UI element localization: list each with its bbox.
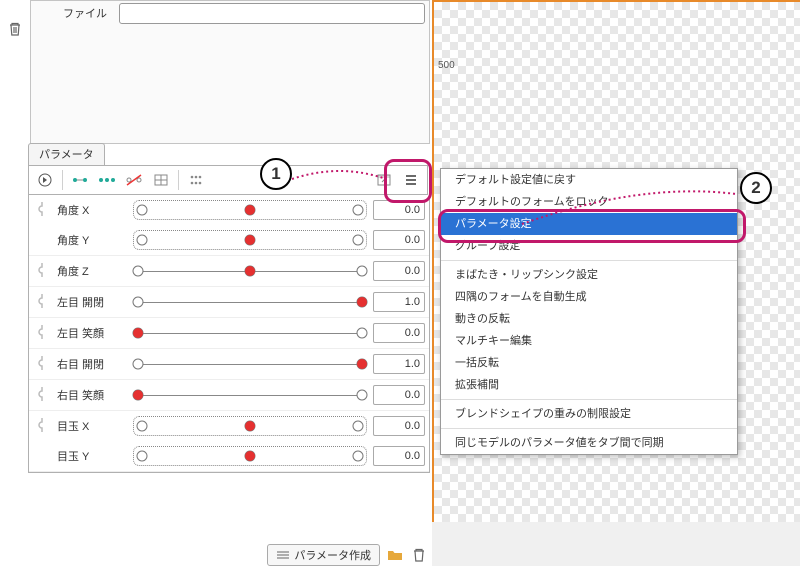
link-icon[interactable] — [29, 417, 55, 435]
parameter-name: 角度 Z — [55, 263, 127, 279]
menu-item[interactable]: グループ設定 — [441, 235, 737, 257]
menu-item[interactable]: マルチキー編集 — [441, 330, 737, 352]
annotation-arrow-1 — [290, 165, 390, 193]
parameter-track[interactable] — [133, 351, 367, 377]
parameter-track[interactable] — [133, 413, 367, 439]
menu-separator — [441, 428, 737, 429]
parameter-bottom-bar: パラメータ作成 — [28, 544, 428, 566]
callout-1: 1 — [260, 158, 292, 190]
menu-item[interactable]: 動きの反転 — [441, 308, 737, 330]
parameter-track[interactable] — [133, 289, 367, 315]
link-icon[interactable] — [29, 201, 55, 219]
delete-icon[interactable] — [4, 18, 26, 40]
link-icon[interactable] — [29, 324, 55, 342]
parameter-name: 左目 開閉 — [55, 294, 127, 310]
annotation-arrow-2 — [520, 188, 740, 228]
menu-item[interactable]: 同じモデルのパラメータ値をタブ間で同期 — [441, 432, 737, 454]
parameter-value[interactable]: 0.0 — [373, 416, 425, 436]
parameter-track[interactable] — [133, 227, 367, 253]
parameter-name: 目玉 Y — [55, 448, 127, 464]
parameter-name: 左目 笑顔 — [55, 325, 127, 341]
link-icon[interactable] — [29, 293, 55, 311]
menu-item[interactable]: 拡張補間 — [441, 374, 737, 396]
parameter-name: 角度 X — [55, 202, 127, 218]
parameter-track[interactable] — [133, 197, 367, 223]
key-add-3-icon[interactable] — [95, 168, 119, 192]
parameter-name: 右目 開閉 — [55, 356, 127, 372]
parameter-list: 角度 X0.0角度 Y0.0角度 Z0.0左目 開閉1.0左目 笑顔0.0右目 … — [28, 195, 430, 473]
menu-item[interactable]: 四隅のフォームを自動生成 — [441, 286, 737, 308]
parameter-track[interactable] — [133, 382, 367, 408]
ruler-tick: 500 — [438, 60, 455, 71]
parameter-track[interactable] — [133, 320, 367, 346]
trash-icon[interactable] — [410, 546, 428, 564]
menu-separator — [441, 399, 737, 400]
parameter-value[interactable]: 0.0 — [373, 446, 425, 466]
parameter-row: 角度 Z 0.0 — [29, 256, 429, 286]
folder-icon[interactable] — [386, 546, 404, 564]
file-path-input[interactable] — [119, 3, 425, 24]
link-icon[interactable] — [29, 386, 55, 404]
parameter-value[interactable]: 0.0 — [373, 261, 425, 281]
file-label: ファイル — [63, 5, 107, 21]
parameter-row: 右目 笑顔 0.0 — [29, 380, 429, 410]
parameter-row: 左目 笑顔 0.0 — [29, 318, 429, 348]
parameter-name: 目玉 X — [55, 418, 127, 434]
create-parameter-button[interactable]: パラメータ作成 — [267, 544, 380, 566]
callout-2: 2 — [740, 172, 772, 204]
parameter-value[interactable]: 0.0 — [373, 230, 425, 250]
parameter-row: 目玉 Y 0.0 — [29, 441, 429, 471]
parameter-value[interactable]: 0.0 — [373, 323, 425, 343]
parameter-value[interactable]: 0.0 — [373, 200, 425, 220]
grid-mode-icon[interactable] — [184, 168, 208, 192]
parameter-track[interactable] — [133, 258, 367, 284]
menu-item[interactable]: まばたき・リップシンク設定 — [441, 264, 737, 286]
parameter-row: 左目 開閉 1.0 — [29, 287, 429, 317]
expand-icon[interactable] — [33, 168, 57, 192]
create-parameter-label: パラメータ作成 — [294, 547, 371, 563]
link-icon[interactable] — [29, 262, 55, 280]
key-adjust-icon[interactable] — [149, 168, 173, 192]
parameter-row: 角度 Y 0.0 — [29, 225, 429, 255]
parameter-value[interactable]: 1.0 — [373, 292, 425, 312]
file-panel: ファイル — [30, 0, 430, 144]
parameter-row: 角度 X 0.0 — [29, 195, 429, 225]
key-delete-icon[interactable] — [122, 168, 146, 192]
parameter-row: 右目 開閉 1.0 — [29, 349, 429, 379]
key-add-2-icon[interactable] — [68, 168, 92, 192]
parameter-row: 目玉 X 0.0 — [29, 411, 429, 441]
menu-item[interactable]: ブレンドシェイプの重みの制限設定 — [441, 403, 737, 425]
menu-item[interactable]: 一括反転 — [441, 352, 737, 374]
parameter-name: 角度 Y — [55, 232, 127, 248]
parameter-track[interactable] — [133, 443, 367, 469]
parameter-value[interactable]: 0.0 — [373, 385, 425, 405]
hamburger-menu-icon[interactable] — [399, 168, 423, 192]
menu-separator — [441, 260, 737, 261]
parameter-value[interactable]: 1.0 — [373, 354, 425, 374]
parameter-name: 右目 笑顔 — [55, 387, 127, 403]
tab-parameters[interactable]: パラメータ — [28, 143, 105, 166]
link-icon[interactable] — [29, 355, 55, 373]
